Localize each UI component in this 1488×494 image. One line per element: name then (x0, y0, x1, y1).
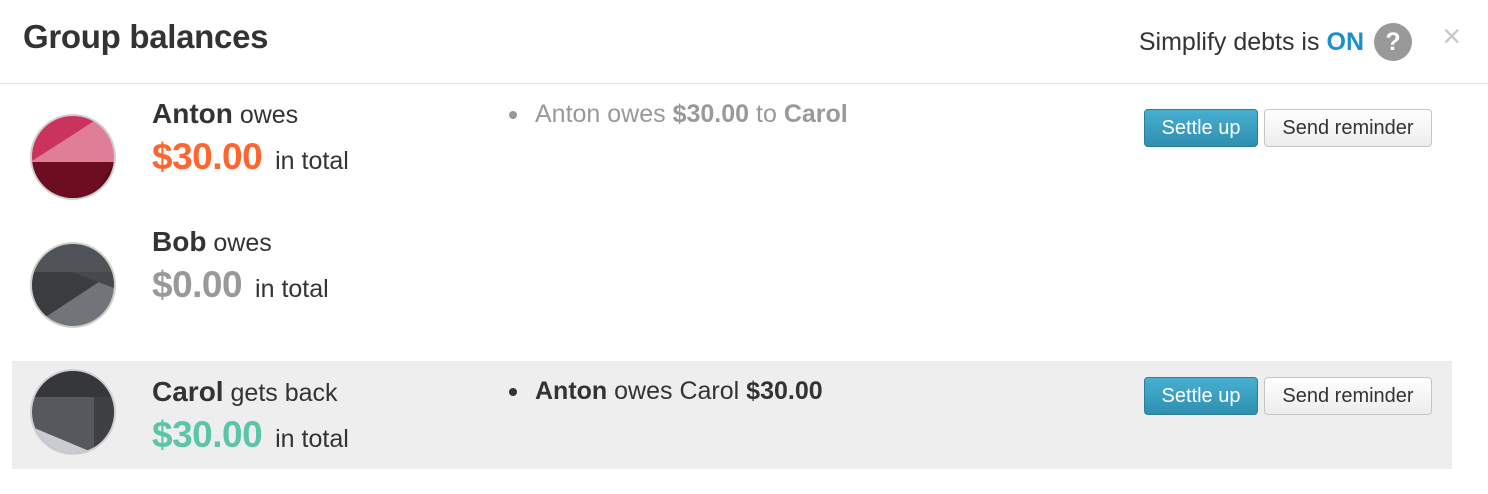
debt-detail-text: Anton owes (535, 100, 666, 128)
simplify-debts-status: Simplify debts is ON ? (1138, 23, 1412, 61)
page-title: Group balances (23, 18, 269, 55)
balance-total: $0.00 in total (152, 264, 329, 306)
debt-amount: $30.00 (746, 377, 823, 405)
simplify-debts-state[interactable]: ON (1327, 28, 1365, 57)
debt-detail-text: owes Carol (614, 377, 740, 405)
balance-row-carol: Carol gets back $30.00 in total Anton ow… (12, 361, 1452, 469)
send-reminder-button[interactable]: Send reminder (1264, 377, 1432, 415)
row-actions: Settle up Send reminder (1144, 109, 1432, 147)
member-name: Carol (152, 376, 224, 407)
balance-suffix: in total (275, 147, 349, 175)
member-name: Bob (152, 226, 207, 257)
balance-amount: $30.00 (152, 136, 263, 177)
settle-up-button[interactable]: Settle up (1144, 377, 1258, 415)
row-actions: Settle up Send reminder (1144, 377, 1432, 415)
balance-summary: Anton owes (152, 98, 298, 130)
balance-summary: Bob owes (152, 226, 272, 258)
balance-row-bob: Bob owes $0.00 in total (12, 224, 1452, 332)
balance-amount: $30.00 (152, 414, 263, 455)
simplify-debts-label: Simplify debts is (1138, 27, 1320, 56)
balance-suffix: in total (255, 275, 329, 303)
balance-total: $30.00 in total (152, 136, 349, 178)
close-icon[interactable]: × (1442, 18, 1461, 55)
balance-amount: $0.00 (152, 264, 243, 305)
debt-debtor: Anton (535, 377, 608, 405)
balance-verb: owes (239, 101, 299, 129)
debt-creditor: Carol (783, 100, 848, 128)
debt-detail: Anton owes Carol $30.00 (509, 377, 823, 406)
balance-suffix: in total (275, 425, 349, 453)
settle-up-button[interactable]: Settle up (1144, 109, 1258, 147)
balance-summary: Carol gets back (152, 376, 338, 408)
balance-row-anton: Anton owes $30.00 in total Anton owes $3… (12, 96, 1452, 204)
bullet-icon (509, 387, 517, 396)
balance-total: $30.00 in total (152, 414, 349, 456)
avatar (32, 371, 114, 453)
send-reminder-button[interactable]: Send reminder (1264, 109, 1432, 147)
member-name: Anton (152, 98, 233, 129)
balance-verb: owes (213, 229, 272, 257)
modal-header: Group balances Simplify debts is ON ? × (0, 0, 1488, 84)
debt-detail-text: to (756, 100, 777, 128)
bullet-icon (509, 110, 517, 119)
debt-detail: Anton owes $30.00 to Carol (509, 100, 848, 129)
avatar (32, 244, 114, 326)
avatar (32, 116, 114, 198)
help-icon[interactable]: ? (1374, 23, 1412, 61)
debt-amount: $30.00 (672, 100, 750, 128)
balance-verb: gets back (230, 379, 338, 407)
